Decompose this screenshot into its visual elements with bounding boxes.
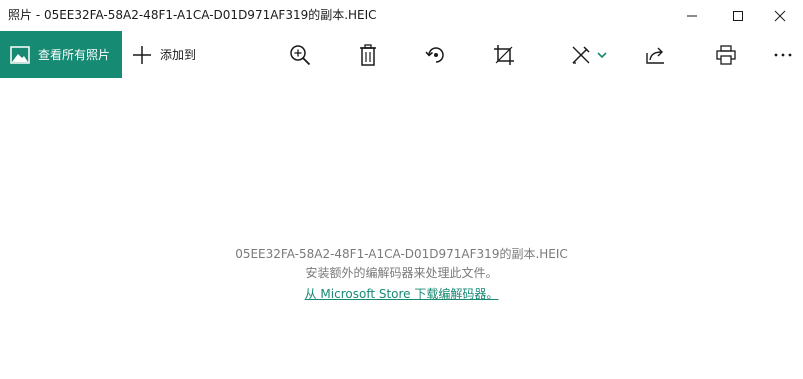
print-icon [716, 44, 736, 65]
view-all-photos-button[interactable]: 查看所有照片 [0, 31, 122, 78]
more-icon [774, 53, 792, 56]
plus-icon [126, 39, 158, 71]
rotate-icon [425, 46, 444, 63]
add-to-label: 添加到 [160, 48, 197, 62]
minimize-icon [687, 15, 697, 16]
share-button[interactable] [636, 31, 676, 78]
command-bar: 查看所有照片 添加到 [0, 31, 803, 78]
maximize-icon [733, 10, 743, 21]
photos-app-window: 照片 - 05EE32FA-58A2-48F1-A1CA-D01D971AF31… [0, 0, 803, 379]
add-to-button[interactable]: 添加到 [126, 31, 196, 78]
trash-icon [360, 43, 376, 66]
print-button[interactable] [706, 31, 746, 78]
share-icon [646, 47, 664, 64]
edit-icon [572, 45, 590, 64]
zoom-button[interactable] [280, 31, 320, 78]
crop-icon [494, 44, 514, 65]
download-codec-link[interactable]: 从 Microsoft Store 下载编解码器。 [305, 287, 499, 301]
window-title: 照片 - 05EE32FA-58A2-48F1-A1CA-D01D971AF31… [8, 8, 377, 22]
codec-message: 05EE32FA-58A2-48F1-A1CA-D01D971AF319的副本.… [0, 245, 803, 304]
close-button[interactable] [757, 0, 803, 31]
minimize-button[interactable] [669, 0, 715, 31]
rotate-button[interactable] [416, 31, 456, 78]
delete-button[interactable] [348, 31, 388, 78]
more-options-button[interactable] [763, 31, 803, 78]
view-all-photos-label: 查看所有照片 [38, 48, 111, 62]
chevron-down-icon [597, 51, 607, 58]
file-name-text: 05EE32FA-58A2-48F1-A1CA-D01D971AF319的副本.… [235, 247, 568, 261]
zoom-icon [290, 44, 311, 65]
picture-icon [10, 45, 30, 65]
maximize-button[interactable] [715, 0, 761, 31]
close-icon [774, 10, 786, 21]
codec-info-text: 安装额外的编解码器来处理此文件。 [305, 266, 498, 280]
title-bar: 照片 - 05EE32FA-58A2-48F1-A1CA-D01D971AF31… [0, 0, 803, 31]
crop-button[interactable] [484, 31, 524, 78]
edit-create-button[interactable] [563, 31, 615, 78]
